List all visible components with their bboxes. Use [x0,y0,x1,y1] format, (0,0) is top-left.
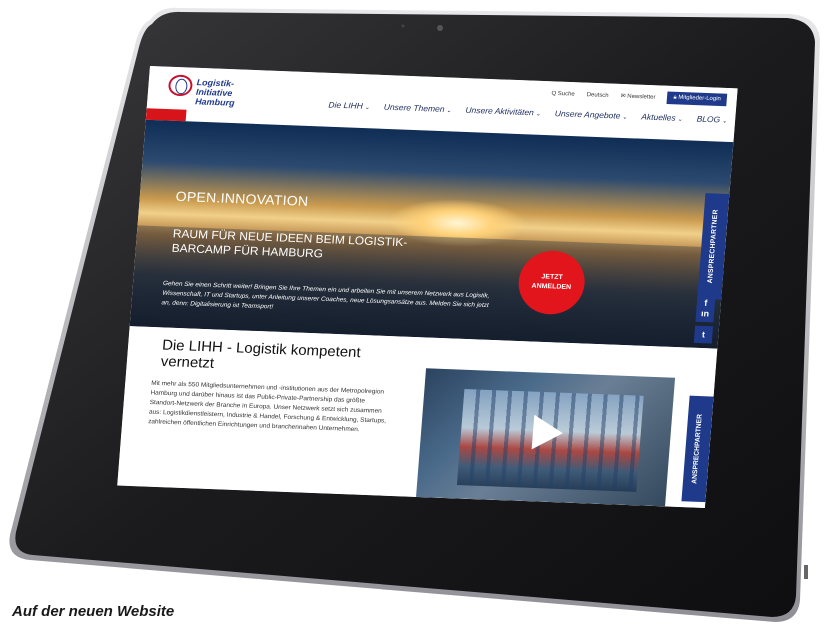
website: Logistik-Initiative Hamburg Q Suche Deut… [117,66,738,508]
hero-title: OPEN.INNOVATION [175,188,309,209]
language-switch[interactable]: Deutsch [586,92,608,99]
tablet-screen: Logistik-Initiative Hamburg Q Suche Deut… [117,66,738,508]
intro-section: Die LIHH - Logistik kompetent vernetzt M… [117,293,718,508]
newsletter-link[interactable]: ✉ Newsletter [620,93,655,101]
search-link[interactable]: Q Suche [551,90,575,97]
nav-item-angebote[interactable]: Unsere Angebote⌄ [554,108,627,120]
utility-bar: Q Suche Deutsch ✉ Newsletter 🔒︎ Mitglied… [551,87,728,107]
member-login-button[interactable]: 🔒︎ Mitglieder-Login [666,91,728,107]
nav-label: Aktuelles [640,111,677,123]
chevron-down-icon: ⌄ [677,116,683,123]
nav-item-die-lihh[interactable]: Die LIHH⌄ [328,100,370,111]
nav-item-themen[interactable]: Unsere Themen⌄ [383,102,451,114]
login-label: Mitglieder-Login [678,94,722,103]
contact-tab-label: ANSPRECHPARTNER [706,209,720,284]
globe-logo-icon [167,74,194,97]
section-heading: Die LIHH - Logistik kompetent vernetzt [160,337,362,372]
twitter-icon[interactable]: t [693,325,714,344]
nav-label: Unsere Themen [383,101,445,114]
nav-label: Unsere Angebote [554,108,621,121]
chevron-down-icon: ⌄ [622,114,628,121]
image-caption: Auf der neuen Website [12,603,175,620]
facebook-icon[interactable]: f [696,293,716,312]
nav-item-aktivitaeten[interactable]: Unsere Aktivitäten⌄ [465,105,541,117]
chevron-down-icon: ⌄ [446,108,452,115]
contact-tab-label: ANSPRECHPARTNER [691,413,704,484]
nav-label: Unsere Aktivitäten [465,105,535,118]
site-logo[interactable]: Logistik-Initiative Hamburg [165,74,287,109]
hero-banner: OPEN.INNOVATION RAUM FÜR NEUE IDEEN BEIM… [129,119,734,349]
nav-item-aktuelles[interactable]: Aktuelles⌄ [641,112,683,123]
logo-text: Logistik-Initiative Hamburg [194,77,235,108]
newsletter-label: Newsletter [626,93,656,101]
nav-item-blog[interactable]: BLOG⌄ [696,114,727,125]
section-paragraph: Mit mehr als 550 Mitgliedsunternehmen un… [147,379,387,434]
play-icon[interactable] [531,414,565,451]
chevron-down-icon: ⌄ [535,111,541,118]
chevron-down-icon: ⌄ [364,105,370,111]
nav-label: BLOG [696,113,721,125]
chevron-down-icon: ⌄ [721,118,728,125]
tablet-mockup: Logistik-Initiative Hamburg Q Suche Deut… [0,0,839,630]
video-player[interactable] [416,368,676,507]
nav-label: Die LIHH [328,99,364,111]
